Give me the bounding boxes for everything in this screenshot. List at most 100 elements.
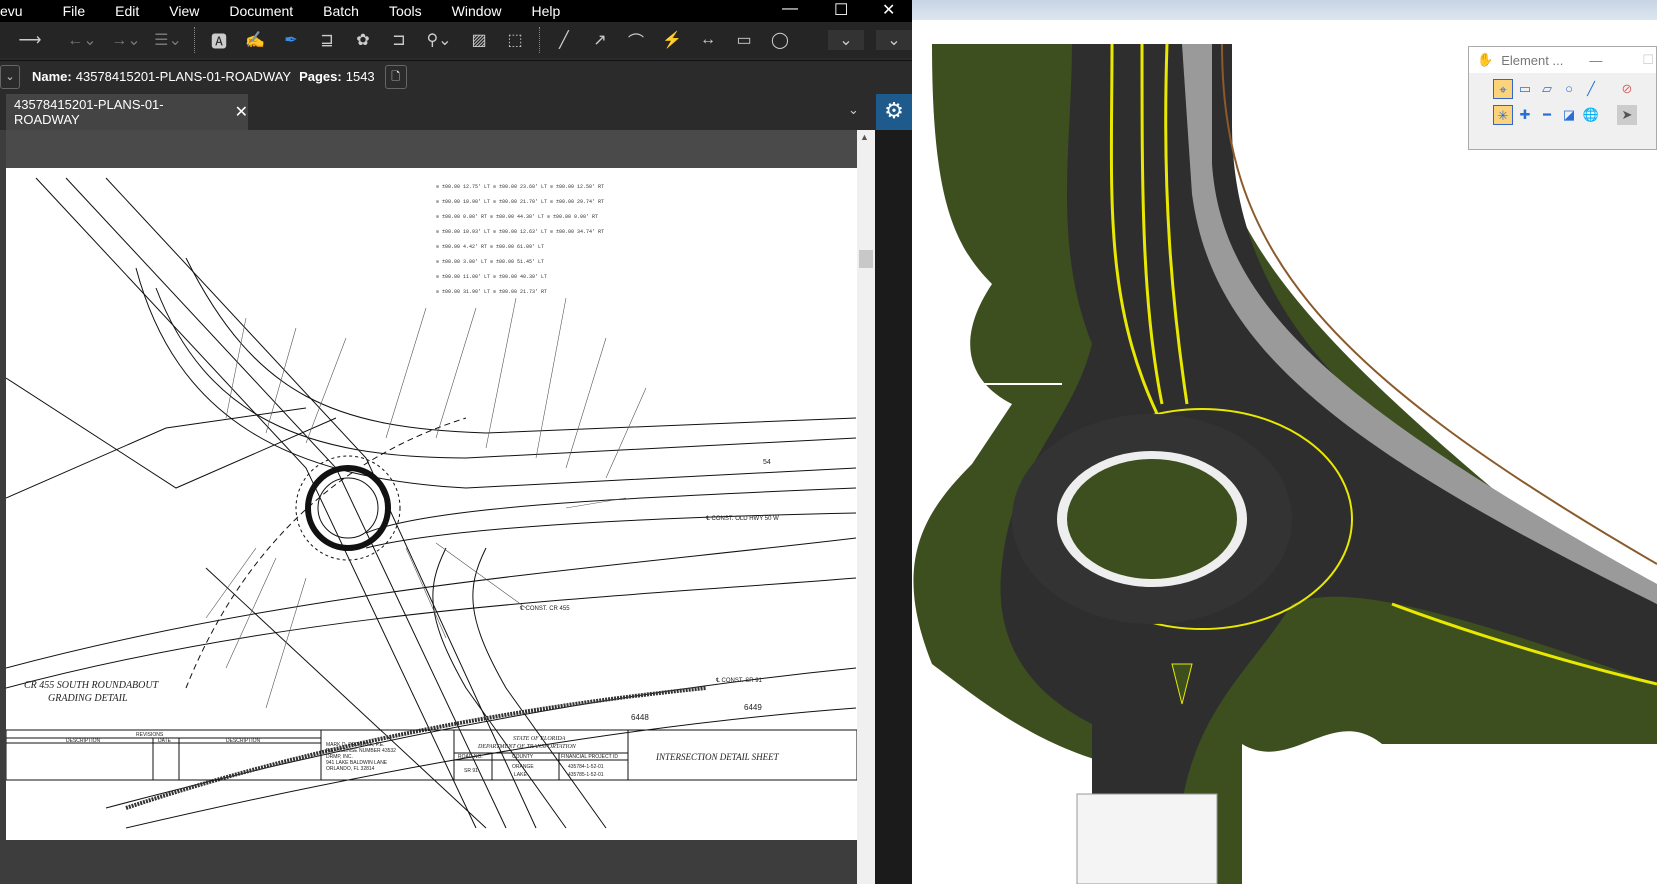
polyline-callout-icon[interactable]: ⊐ [381,30,417,50]
add-page-icon[interactable]: 🗋 [384,64,407,89]
subtract-select-icon[interactable]: ━ [1537,105,1557,125]
svg-text:⊙ ±00.00 4.42' RT ⊙ ±00.00: ⊙ ±00.00 4.42' RT ⊙ ±00.00 61.09' LT [436,244,544,250]
state-label: STATE OF FLORIDA [513,736,566,742]
const-old-hwy-label: ℄ CONST. OLD HWY 50 W [705,516,779,522]
individual-select-icon[interactable]: ✳ [1493,105,1513,125]
circle-select-icon[interactable]: ○ [1559,79,1579,99]
station-label: 6448 [631,713,649,722]
page-gap [6,130,857,168]
pen-icon[interactable]: ✒ [273,30,309,50]
document-view: ⊙ ±00.00 12.75' LT ⊙ ±00.00 23.60' LT ⊙ … [0,130,875,884]
tab-bar: 43578415201-PLANS-01-ROADWAY ✕ ⌄ [0,94,912,130]
maximize-button[interactable]: ☐ [834,0,848,20]
panel-maximize-button[interactable]: ☐ [1642,52,1654,68]
tab-list-chevron-icon[interactable]: ⌄ [848,102,859,118]
rectangle-icon[interactable]: ▭ [726,30,762,50]
panel-header: ✋ Element ... — ☐ [1469,47,1656,73]
fin-project-header: FINANCIAL PROJECT ID [561,754,618,760]
settings-gear-icon[interactable]: ⚙ [876,94,912,130]
county-value: ORANGE [512,764,534,770]
minimize-button[interactable]: — [782,0,798,18]
block-select-icon[interactable]: ▭ [1515,79,1535,99]
dept-label: DEPARTMENT OF TRANSPORTATION [477,744,577,750]
arc-icon[interactable]: ⌒ [618,28,654,52]
3d-model-view[interactable]: ✋ Element ... — ☐ ⌖ ▭ ▱ ○ ╱ ✳ ✚ ━ ◪ 🌐 ⊘ … [912,0,1657,884]
menu-edit[interactable]: Edit [115,3,139,19]
toolbar-more-chevron-icon[interactable]: ⌄ [876,30,912,50]
polyline-icon[interactable]: ⚡ [654,30,690,50]
menu-document[interactable]: Document [229,3,293,19]
ellipse-icon[interactable]: ◯ [762,30,798,50]
image-icon[interactable]: ▨ [461,30,497,50]
back-icon[interactable]: ←⌄ [60,30,104,50]
fin-project-value: 435785-1-52-01 [568,772,604,778]
county-value: LAKE [514,772,527,778]
station-label: 54 [763,459,771,466]
drawing-title: CR 455 SOUTH ROUNDABOUT [24,680,160,691]
tab-label: 43578415201-PLANS-01-ROADWAY [14,97,164,127]
svg-text:⊙ ±00.00 3.00' LT ⊙ ±00.00: ⊙ ±00.00 3.00' LT ⊙ ±00.00 51.45' LT [436,259,544,265]
globe-select-icon[interactable]: 🌐 [1581,105,1601,125]
element-selection-panel: ✋ Element ... — ☐ ⌖ ▭ ▱ ○ ╱ ✳ ✚ ━ ◪ 🌐 ⊘ … [1468,46,1657,150]
close-tab-icon[interactable]: ✕ [235,102,248,122]
view-title-bar [912,0,1657,20]
lines-icon[interactable]: ☰⌄ [148,30,188,50]
roundabout-model [912,44,1657,884]
hand-icon: ✋ [1477,52,1494,67]
arrow-icon[interactable]: ↗ [582,30,618,50]
close-window-button[interactable]: ✕ [882,0,895,20]
arrow-line-icon[interactable]: ⟶ [0,30,60,50]
panel-minimize-button[interactable]: — [1589,53,1602,68]
crop-icon[interactable]: ⬚ [497,30,533,50]
menu-app[interactable]: evu [0,3,23,19]
markup-toolbar: ⟶ ←⌄ →⌄ ☰⌄ 🅰 ✍ ✒ ⊒ ✿ ⊐ ⚲⌄ ▨ ⬚ ╱ ↗ ⌒ ⚡ ↔ … [0,22,912,58]
scrollbar-thumb[interactable] [859,250,873,268]
shape-select-icon[interactable]: ▱ [1537,79,1557,99]
pointer-icon[interactable]: ➤ [1617,105,1637,125]
svg-text:⊙ ±00.00 12.75' LT ⊙ ±00.00: ⊙ ±00.00 12.75' LT ⊙ ±00.00 23.60' LT ⊙ … [436,184,604,190]
svg-text:⊙ ±00.00 10.93' LT ⊙ ±00.00: ⊙ ±00.00 10.93' LT ⊙ ±00.00 12.63' LT ⊙ … [436,229,604,235]
highlighter-icon[interactable]: ✍ [237,30,273,50]
engineer-line: ORLANDO, FL 32814 [326,766,375,772]
plan-drawing: ⊙ ±00.00 12.75' LT ⊙ ±00.00 23.60' LT ⊙ … [5,177,858,829]
svg-text:⊙ ±00.00 11.00' LT ⊙ ±00.00: ⊙ ±00.00 11.00' LT ⊙ ±00.00 40.30' LT [436,274,547,280]
station-label: 6449 [744,703,762,712]
vertical-scrollbar[interactable]: ▲ [857,130,875,884]
menu-bar: evu File Edit View Document Batch Tools … [0,0,912,22]
menu-view[interactable]: View [169,3,199,19]
side-panel-strip [875,130,912,884]
line-icon[interactable]: ╱ [546,30,582,50]
cloud-icon[interactable]: ✿ [345,30,381,50]
pages-label: Pages: 1543 [299,69,375,84]
tab-document[interactable]: 43578415201-PLANS-01-ROADWAY ✕ [6,94,248,130]
dropdown-chevron-icon[interactable]: ⌄ [0,64,20,89]
menu-tools[interactable]: Tools [389,3,422,19]
line-select-icon[interactable]: ╱ [1581,79,1601,99]
sheet-title: INTERSECTION DETAIL SHEET [655,752,780,762]
const-cr455-label: ℄ CONST. CR 455 [519,606,570,612]
add-select-icon[interactable]: ✚ [1515,105,1535,125]
scroll-up-icon[interactable]: ▲ [860,132,869,142]
text-box-icon[interactable]: 🅰 [201,28,237,52]
drawing-subtitle: GRADING DETAIL [48,693,128,704]
date-column: DATE [158,738,172,744]
separator [539,27,540,53]
description-column: DESCRIPTION [226,738,261,744]
toolbar-overflow-chevron-icon[interactable]: ⌄ [828,30,864,50]
element-select-icon[interactable]: ⌖ [1493,79,1513,99]
menu-file[interactable]: File [63,3,86,19]
separator [194,27,195,53]
callout-icon[interactable]: ⊒ [309,30,345,50]
road-no-header: ROAD NO. [458,754,483,760]
invert-select-icon[interactable]: ◪ [1559,105,1579,125]
clear-selection-icon[interactable]: ⊘ [1617,79,1637,99]
stamp-icon[interactable]: ⚲⌄ [417,30,461,50]
menu-window[interactable]: Window [452,3,502,19]
dimension-icon[interactable]: ↔ [690,31,726,49]
forward-icon[interactable]: →⌄ [104,30,148,50]
svg-text:⊙ ±00.00 31.90' LT ⊙ ±00.00: ⊙ ±00.00 31.90' LT ⊙ ±00.00 21.73' RT [436,289,547,295]
svg-text:⊙ ±00.00 10.90' LT ⊙ ±00.00: ⊙ ±00.00 10.90' LT ⊙ ±00.00 21.70' LT ⊙ … [436,199,604,205]
menu-help[interactable]: Help [531,3,560,19]
menu-batch[interactable]: Batch [323,3,359,19]
const-sr91-label: ℄ CONST. SR 91 [715,678,763,684]
